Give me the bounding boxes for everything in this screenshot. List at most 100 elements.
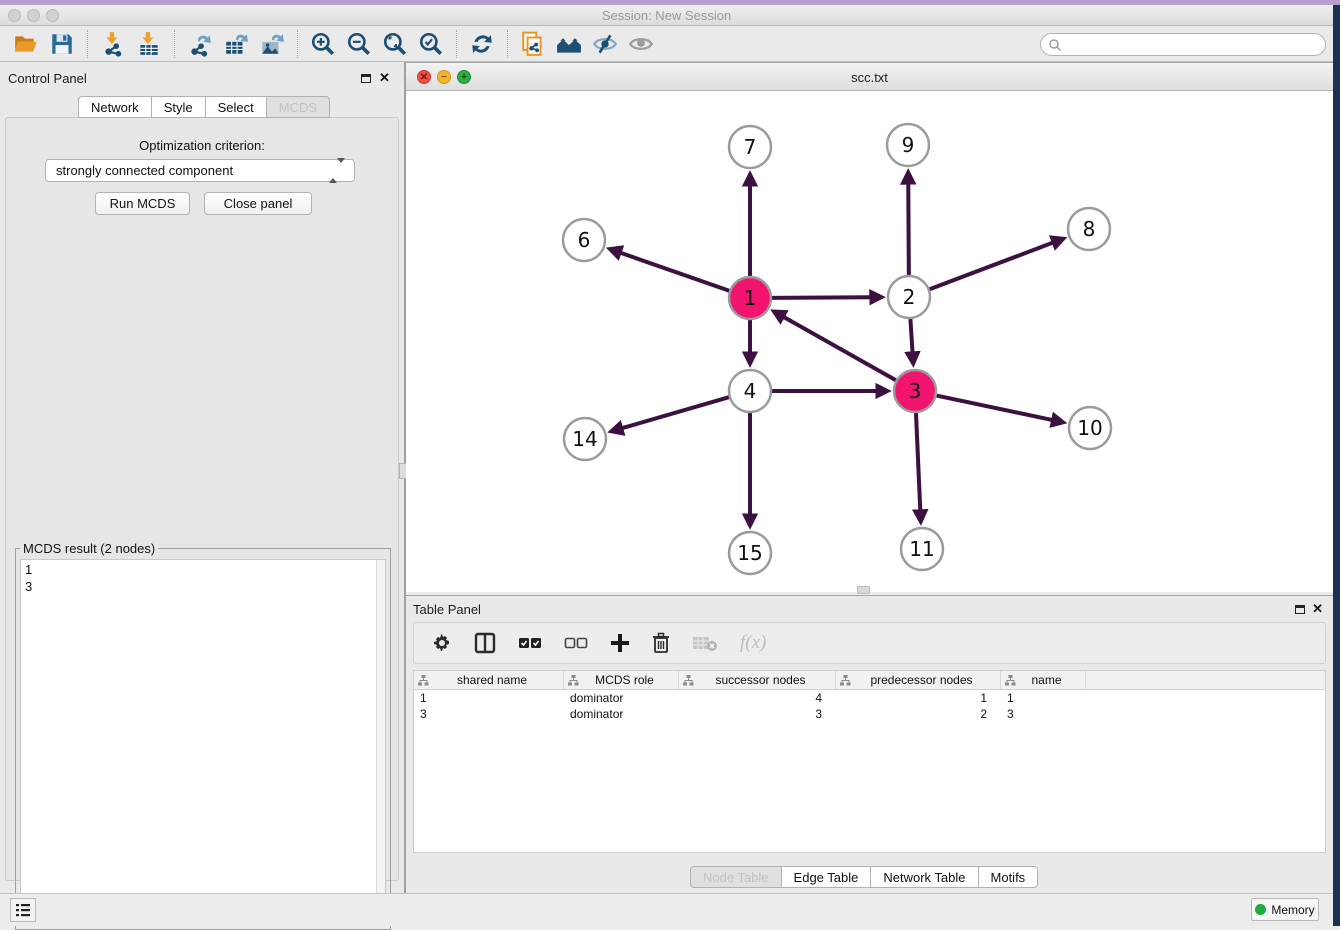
tab-motifs[interactable]: Motifs bbox=[979, 866, 1039, 888]
export-image-icon[interactable] bbox=[257, 29, 287, 59]
import-network-icon[interactable] bbox=[98, 29, 128, 59]
table-cell[interactable]: 1 bbox=[836, 690, 1001, 706]
node-15[interactable]: 15 bbox=[729, 532, 771, 574]
import-table-icon[interactable] bbox=[134, 29, 164, 59]
close-panel-button[interactable]: Close panel bbox=[204, 192, 312, 215]
node-9[interactable]: 9 bbox=[887, 124, 929, 166]
node-4[interactable]: 4 bbox=[729, 370, 771, 412]
zoom-in-icon[interactable] bbox=[308, 29, 338, 59]
edge-2-3[interactable] bbox=[910, 319, 912, 352]
node-10[interactable]: 10 bbox=[1069, 407, 1111, 449]
chevron-updown-icon bbox=[329, 163, 345, 178]
column-header-successor-nodes[interactable]: successor nodes bbox=[679, 671, 836, 689]
search-input[interactable] bbox=[1062, 36, 1325, 54]
table-cell[interactable]: 3 bbox=[1001, 706, 1086, 722]
edge-2-8[interactable] bbox=[930, 243, 1053, 289]
table-panel: Table Panel ✕ f(x) share bbox=[406, 595, 1333, 893]
toolbar-separator bbox=[87, 30, 88, 58]
network-canvas[interactable]: 7 9 6 8 1 2 4 3 14 10 15 11 bbox=[406, 91, 1333, 593]
mcds-result-textarea[interactable]: 13 bbox=[20, 559, 386, 925]
node-7[interactable]: 7 bbox=[729, 126, 771, 168]
zoom-out-icon[interactable] bbox=[344, 29, 374, 59]
save-session-icon[interactable] bbox=[47, 29, 77, 59]
tab-select[interactable]: Select bbox=[206, 96, 267, 118]
scrollbar[interactable] bbox=[376, 560, 385, 924]
table-cell[interactable]: dominator bbox=[564, 706, 679, 722]
hide-selected-icon[interactable] bbox=[590, 29, 620, 59]
export-table-icon[interactable] bbox=[221, 29, 251, 59]
edge-1-6[interactable] bbox=[621, 253, 729, 291]
table-cell[interactable]: 4 bbox=[679, 690, 836, 706]
node-14[interactable]: 14 bbox=[564, 418, 606, 460]
edge-4-14[interactable] bbox=[622, 397, 728, 428]
tab-network-table[interactable]: Network Table bbox=[871, 866, 978, 888]
task-history-button[interactable] bbox=[10, 898, 36, 922]
node-6[interactable]: 6 bbox=[563, 219, 605, 261]
tab-node-table[interactable]: Node Table bbox=[690, 866, 782, 888]
table-cell[interactable]: 1 bbox=[1001, 690, 1086, 706]
column-header-shared-name[interactable]: shared name bbox=[414, 671, 564, 689]
edge-3-1[interactable] bbox=[784, 317, 896, 380]
criterion-select[interactable]: strongly connected component bbox=[45, 159, 355, 182]
mcds-result-line: 1 bbox=[25, 561, 381, 578]
node-8[interactable]: 8 bbox=[1068, 208, 1110, 250]
close-panel-icon[interactable]: ✕ bbox=[379, 70, 390, 86]
select-all-icon[interactable] bbox=[518, 630, 542, 656]
tab-style[interactable]: Style bbox=[152, 96, 206, 118]
tab-edge-table[interactable]: Edge Table bbox=[782, 866, 872, 888]
edge-3-11[interactable] bbox=[916, 413, 920, 510]
edge-2-9[interactable] bbox=[908, 184, 909, 275]
tab-mcds[interactable]: MCDS bbox=[267, 96, 330, 118]
table-cell[interactable]: 3 bbox=[414, 706, 564, 722]
edge-1-2[interactable] bbox=[772, 297, 870, 298]
show-all-icon[interactable] bbox=[626, 29, 656, 59]
memory-status-dot bbox=[1255, 904, 1266, 915]
table-cell[interactable]: 1 bbox=[414, 690, 564, 706]
attribute-tree-icon bbox=[840, 675, 851, 686]
open-file-icon[interactable] bbox=[11, 29, 41, 59]
delete-table-icon[interactable] bbox=[692, 630, 718, 656]
horizontal-splitter-handle[interactable] bbox=[857, 586, 870, 594]
export-network-icon[interactable] bbox=[185, 29, 215, 59]
memory-label: Memory bbox=[1271, 903, 1314, 917]
node-2[interactable]: 2 bbox=[888, 276, 930, 318]
refresh-icon[interactable] bbox=[467, 29, 497, 59]
edge-3-10[interactable] bbox=[937, 396, 1052, 420]
table-row[interactable]: 1dominator411 bbox=[414, 690, 1325, 706]
memory-button[interactable]: Memory bbox=[1251, 898, 1319, 921]
svg-text:14: 14 bbox=[572, 427, 597, 451]
table-toolbar: f(x) bbox=[413, 622, 1326, 664]
node-1[interactable]: 1 bbox=[729, 277, 771, 319]
column-browser-icon[interactable] bbox=[474, 630, 496, 656]
add-column-icon[interactable] bbox=[610, 630, 630, 656]
unselect-all-icon[interactable] bbox=[564, 630, 588, 656]
duplicate-network-icon[interactable] bbox=[518, 29, 548, 59]
node-3[interactable]: 3 bbox=[894, 370, 936, 412]
table-cell[interactable]: dominator bbox=[564, 690, 679, 706]
column-header-MCDS-role[interactable]: MCDS role bbox=[564, 671, 679, 689]
float-panel-icon[interactable] bbox=[361, 74, 371, 83]
column-header-predecessor-nodes[interactable]: predecessor nodes bbox=[836, 671, 1001, 689]
close-table-panel-icon[interactable]: ✕ bbox=[1312, 601, 1323, 617]
first-neighbors-icon[interactable] bbox=[554, 29, 584, 59]
control-panel-tabs: NetworkStyleSelectMCDS bbox=[78, 96, 330, 118]
table-cell[interactable]: 3 bbox=[679, 706, 836, 722]
svg-text:8: 8 bbox=[1083, 217, 1096, 241]
table-cell[interactable]: 2 bbox=[836, 706, 1001, 722]
criterion-value: strongly connected component bbox=[56, 163, 233, 178]
zoom-selected-icon[interactable] bbox=[416, 29, 446, 59]
float-table-panel-icon[interactable] bbox=[1295, 605, 1305, 614]
svg-text:10: 10 bbox=[1077, 416, 1102, 440]
run-mcds-button[interactable]: Run MCDS bbox=[95, 192, 190, 215]
delete-column-icon[interactable] bbox=[652, 630, 670, 656]
gear-icon[interactable] bbox=[432, 630, 452, 656]
tab-network[interactable]: Network bbox=[78, 96, 152, 118]
table-row[interactable]: 3dominator323 bbox=[414, 706, 1325, 722]
column-header-name[interactable]: name bbox=[1001, 671, 1086, 689]
zoom-fit-icon[interactable] bbox=[380, 29, 410, 59]
search-box[interactable] bbox=[1040, 33, 1326, 56]
network-view-window: ✕ − + scc.txt 7968124314101511 bbox=[406, 62, 1333, 592]
svg-text:11: 11 bbox=[909, 537, 934, 561]
node-11[interactable]: 11 bbox=[901, 528, 943, 570]
function-builder-icon[interactable]: f(x) bbox=[740, 630, 766, 656]
